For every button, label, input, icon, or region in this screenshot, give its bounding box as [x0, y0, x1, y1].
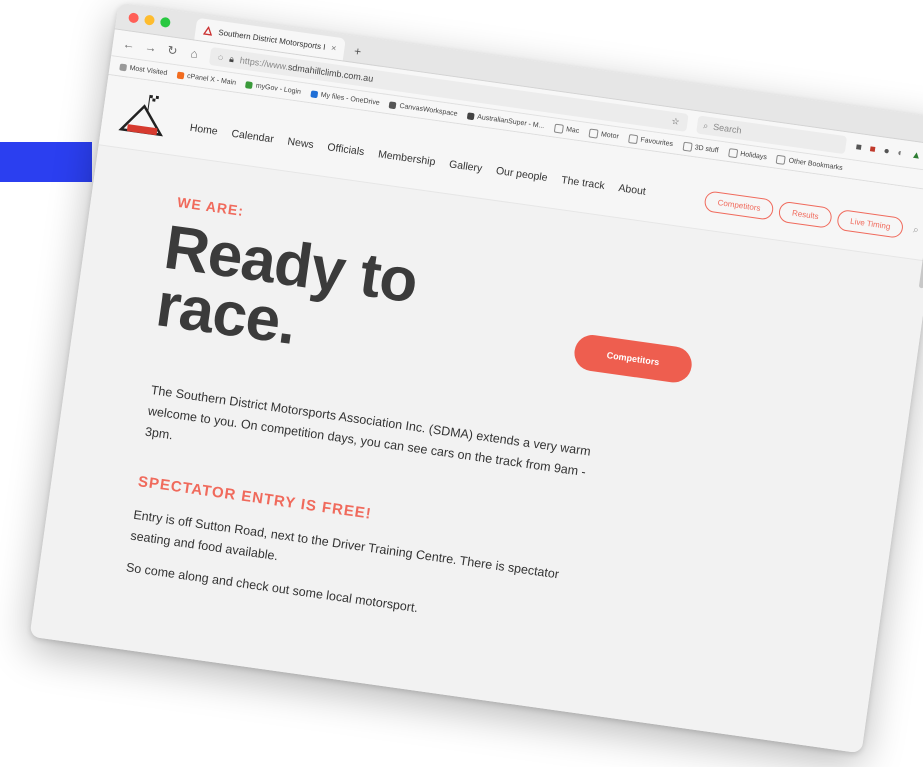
site-favicon-icon: [203, 25, 213, 36]
folder-icon: [553, 123, 564, 134]
folder-icon: [628, 133, 639, 144]
bookmark-icon: [176, 71, 185, 79]
window-controls: [128, 12, 171, 29]
page-content: Home Calendar News Officials Membership …: [29, 74, 923, 754]
shield-icon: ◌: [217, 52, 225, 63]
bookmark-label: Most Visited: [129, 64, 168, 77]
extension-icon[interactable]: ■: [869, 143, 877, 155]
search-placeholder: Search: [712, 121, 743, 136]
reload-icon[interactable]: ↻: [166, 43, 180, 59]
bookmark-label: Motor: [600, 130, 620, 141]
bookmark-label: Mac: [565, 125, 580, 135]
search-icon: ⌕: [702, 119, 710, 131]
folder-icon: [682, 141, 693, 152]
minimize-window-button[interactable]: [143, 14, 156, 26]
extension-icon[interactable]: ◐: [897, 147, 905, 159]
folder-icon: [776, 154, 787, 165]
url-prefix: https://www.: [239, 55, 289, 72]
folder-icon: [727, 147, 738, 158]
bookmark-icon: [466, 111, 475, 120]
bookmark-item[interactable]: cPanel X - Main: [176, 71, 237, 87]
tab-close-icon[interactable]: ×: [330, 43, 337, 54]
nav-item-news[interactable]: News: [287, 136, 315, 152]
back-arrow-icon[interactable]: ←: [122, 37, 136, 53]
bookmark-label: myGov - Login: [255, 82, 302, 96]
url-domain: sdmahillclimb.com.au: [287, 61, 374, 84]
bookmark-folder[interactable]: Motor: [588, 127, 620, 141]
competitors-pill-button[interactable]: Competitors: [703, 189, 775, 221]
bookmark-item[interactable]: Most Visited: [119, 62, 168, 77]
bookmark-star-icon[interactable]: ☆: [671, 115, 680, 127]
nav-item-membership[interactable]: Membership: [377, 148, 436, 168]
results-pill-button[interactable]: Results: [777, 200, 833, 229]
competitors-cta-button[interactable]: Competitors: [572, 332, 695, 385]
nav-item-home[interactable]: Home: [189, 122, 218, 138]
nav-item-calendar[interactable]: Calendar: [231, 128, 275, 146]
extension-icon[interactable]: ▲: [911, 149, 922, 161]
bookmark-label: Holidays: [739, 150, 768, 161]
extension-icon[interactable]: ●: [883, 145, 891, 157]
bookmark-icon: [310, 89, 319, 98]
nav-item-our-people[interactable]: Our people: [495, 165, 548, 184]
nav-item-officials[interactable]: Officials: [327, 141, 365, 158]
bookmark-item[interactable]: myGov - Login: [245, 80, 302, 96]
bookmark-icon: [245, 80, 254, 89]
lock-icon: 🔒︎: [228, 53, 235, 64]
bookmark-icon: [119, 62, 128, 71]
sdma-logo-icon[interactable]: [116, 89, 174, 142]
home-icon[interactable]: ⌂: [187, 46, 201, 62]
nav-item-the-track[interactable]: The track: [560, 174, 605, 192]
nav-item-about[interactable]: About: [618, 182, 647, 198]
bookmark-folder[interactable]: Favourites: [628, 133, 674, 149]
bookmark-label: Favourites: [640, 136, 674, 148]
extension-icon[interactable]: ■: [855, 141, 863, 153]
maximize-window-button[interactable]: [159, 16, 171, 29]
bookmark-icon: [389, 100, 397, 109]
nav-item-gallery[interactable]: Gallery: [448, 158, 483, 175]
bookmark-label: Other Bookmarks: [788, 156, 844, 172]
close-window-button[interactable]: [128, 12, 140, 24]
bookmark-folder[interactable]: Mac: [553, 123, 580, 135]
bookmark-folder[interactable]: 3D stuff: [682, 141, 719, 155]
bookmark-label: AustralianSuper - M...: [476, 113, 545, 130]
chevron-down-icon[interactable]: [383, 690, 419, 711]
forward-arrow-icon[interactable]: →: [144, 40, 158, 56]
extension-icons: ■ ■ ● ◐ ▲ ≡: [855, 141, 923, 163]
site-search-icon[interactable]: ⌕: [912, 224, 919, 236]
live-timing-pill-button[interactable]: Live Timing: [835, 208, 905, 239]
bookmark-label: 3D stuff: [694, 143, 719, 155]
folder-icon: [588, 127, 599, 139]
background-accent-bar: [0, 142, 92, 182]
new-tab-button[interactable]: +: [353, 44, 362, 63]
browser-window: Southern District Motorsports I × + ← → …: [29, 2, 923, 754]
bookmark-folder[interactable]: Holidays: [727, 147, 768, 162]
bookmark-label: My files - OneDrive: [320, 91, 381, 107]
hero-heading: Ready to race.: [152, 213, 421, 369]
bookmark-label: cPanel X - Main: [186, 72, 237, 87]
bookmark-label: CanvasWorkspace: [398, 102, 459, 118]
